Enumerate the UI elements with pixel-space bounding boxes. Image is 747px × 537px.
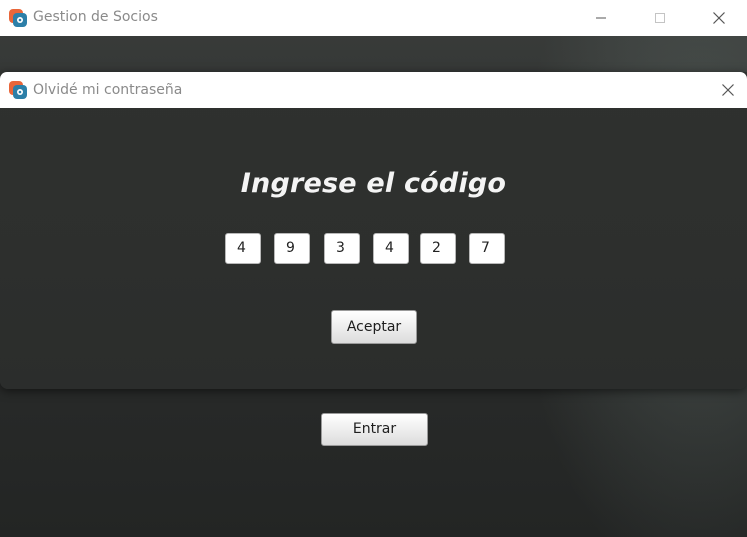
dialog-titlebar[interactable]: Olvidé mi contraseña [0, 72, 747, 108]
code-digit-input-3[interactable]: 3 [324, 233, 360, 264]
maximize-icon [655, 13, 665, 23]
code-heading: Ingrese el código [240, 168, 507, 199]
main-titlebar[interactable]: Gestion de Socios [0, 0, 747, 36]
minimize-button[interactable] [578, 0, 624, 36]
maximize-button[interactable] [637, 0, 683, 36]
forgot-password-dialog: Olvidé mi contraseña Ingrese el código 4… [0, 72, 747, 389]
code-digit-input-2[interactable]: 9 [274, 233, 310, 264]
code-digit-input-4[interactable]: 4 [373, 233, 409, 264]
code-digit-input-5[interactable]: 2 [420, 233, 456, 264]
main-window: Gestion de Socios Olvidé mi contraseña I… [0, 0, 747, 537]
code-digit-input-1[interactable]: 4 [225, 233, 261, 264]
code-digit-input-6[interactable]: 7 [469, 233, 505, 264]
dialog-app-logo-icon [8, 80, 28, 100]
dialog-close-button[interactable] [705, 72, 747, 108]
app-logo-icon [8, 8, 28, 28]
close-icon [713, 12, 725, 24]
main-window-title: Gestion de Socios [33, 9, 158, 25]
accept-button[interactable]: Aceptar [331, 310, 417, 344]
minimize-icon [596, 17, 606, 19]
enter-button[interactable]: Entrar [321, 413, 428, 446]
dialog-close-icon [722, 84, 734, 96]
close-button[interactable] [696, 0, 742, 36]
dialog-title: Olvidé mi contraseña [33, 82, 183, 98]
